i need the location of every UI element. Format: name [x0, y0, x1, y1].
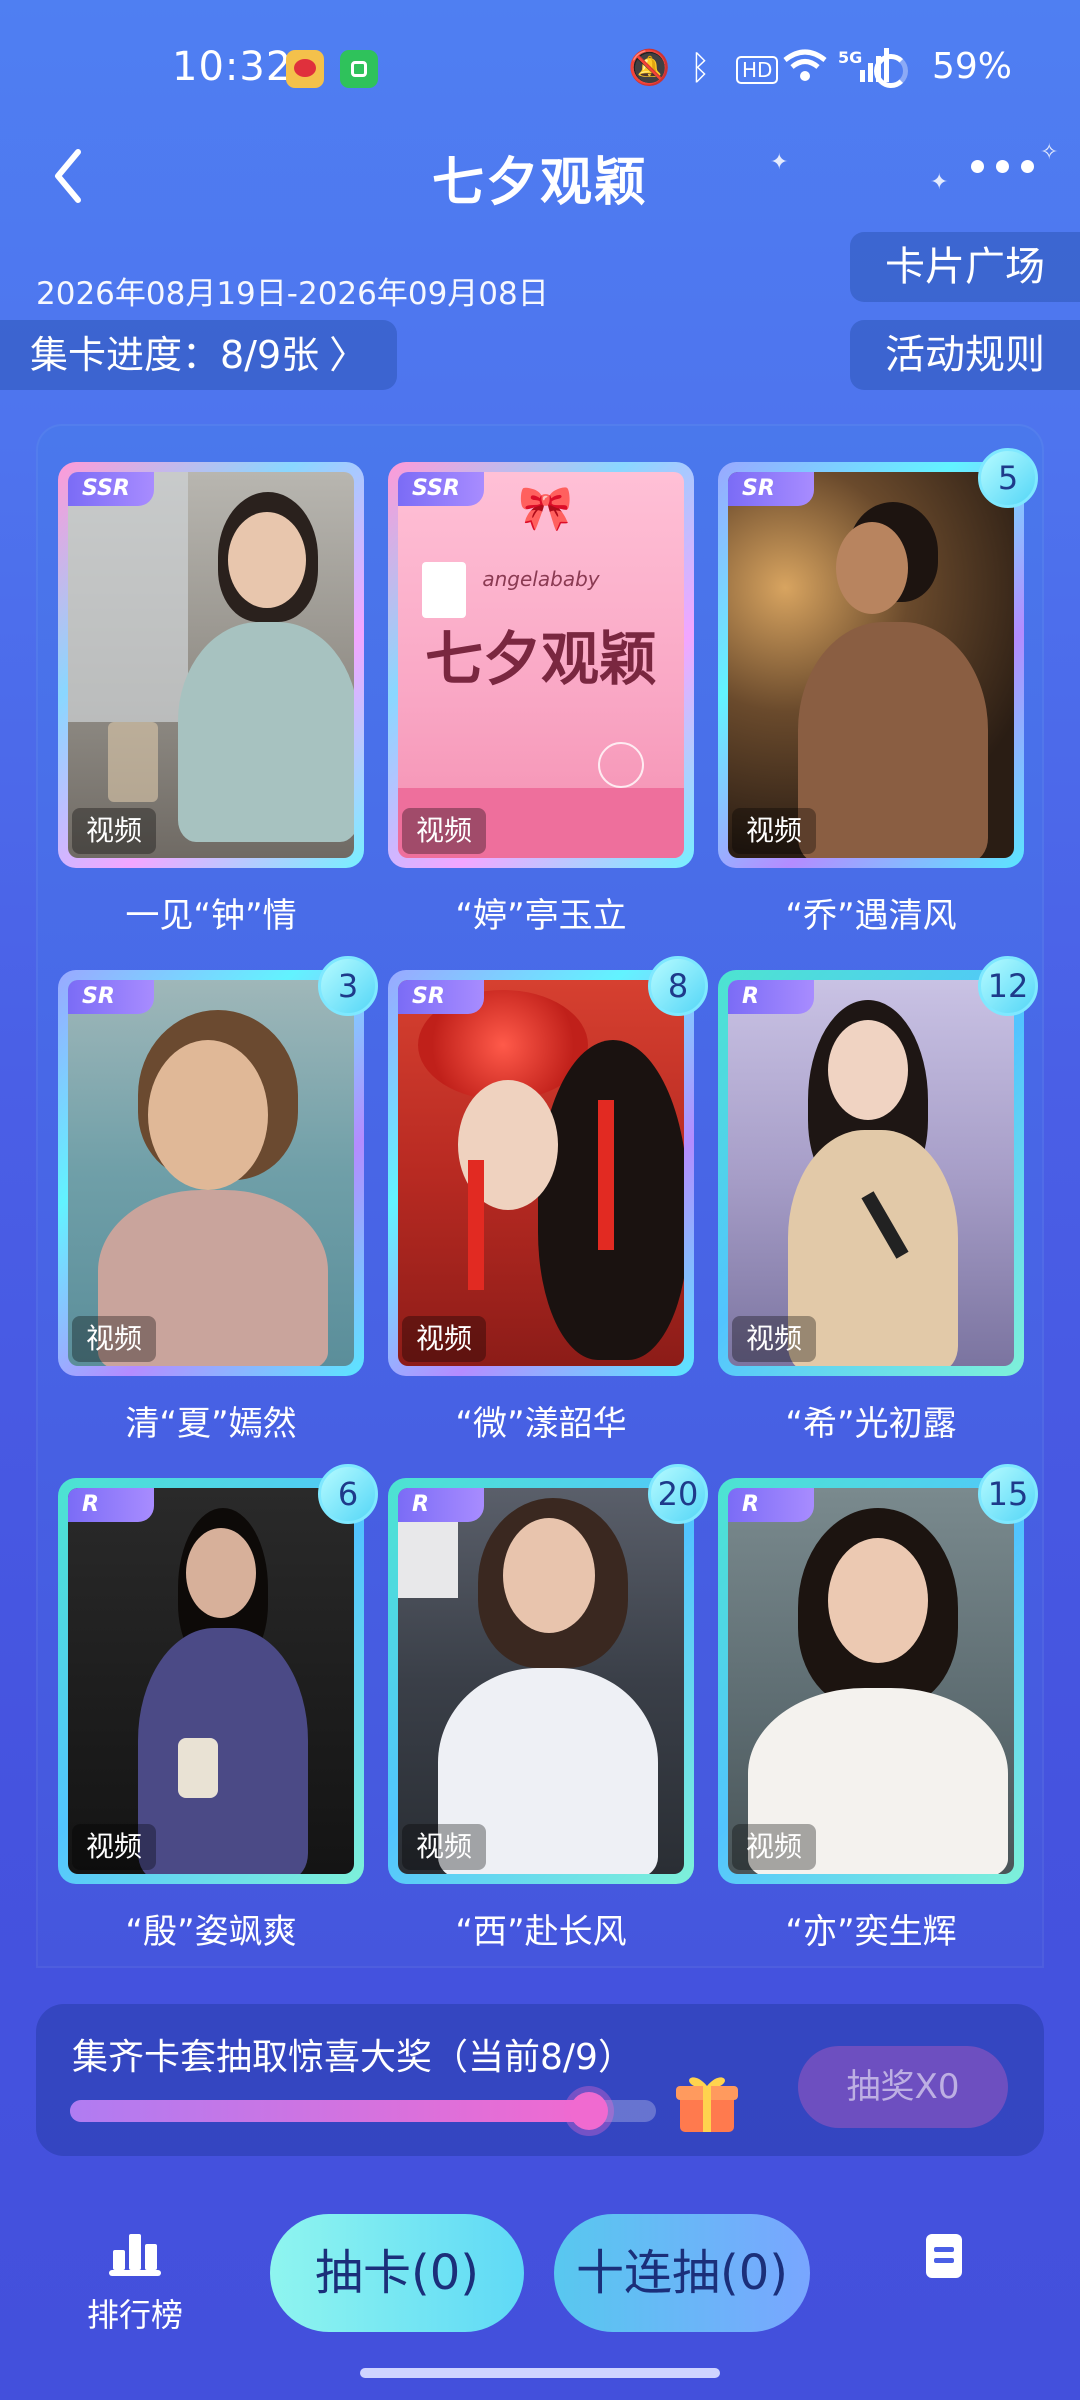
grand-prize-panel: 集齐卡套抽取惊喜大奖（当前8/9） 抽奖X0 [36, 2004, 1044, 2156]
hd-icon: HD [736, 56, 779, 84]
page-title: 七夕观颖 [431, 153, 648, 213]
card-count-badge: 15 [978, 1464, 1038, 1524]
video-tag: 视频 [72, 1824, 157, 1870]
card-image [68, 980, 354, 1366]
card-image [398, 1488, 684, 1874]
collection-progress-button[interactable]: 集卡进度：8/9张〉 [0, 320, 398, 390]
rarity-badge: R [398, 1488, 484, 1522]
leaderboard-icon [109, 2234, 161, 2276]
card-image [68, 1488, 354, 1874]
weibo-notification-icon [286, 50, 324, 88]
poster-subtitle: angelababy [482, 567, 600, 591]
card-image: 🎀 angelababy 七夕观颖 [398, 472, 684, 858]
card-image [728, 980, 1014, 1366]
card-image [728, 472, 1014, 858]
card-caption: “乔”遇清风 [785, 896, 957, 936]
card-count-badge: 5 [978, 448, 1038, 508]
collection-progress-label: 集卡进度：8/9张 [30, 333, 320, 377]
card-image [398, 980, 684, 1366]
rarity-badge: SR [398, 980, 484, 1014]
app-notification-icon [340, 50, 378, 88]
home-indicator[interactable] [360, 2368, 720, 2378]
more-options-button[interactable] [971, 160, 1034, 173]
video-tag: 视频 [402, 1316, 487, 1362]
card-caption: “西”赴长风 [455, 1912, 627, 1952]
ten-draw-button[interactable]: 十连抽(0) [554, 2214, 810, 2332]
card-count-badge: 6 [318, 1464, 378, 1524]
rarity-badge: R [728, 1488, 814, 1522]
progress-knob [569, 2092, 608, 2130]
rarity-badge: SSR [68, 472, 154, 506]
card-caption: “亦”奕生辉 [785, 1912, 957, 1952]
network-type: 5G [838, 48, 863, 67]
rarity-badge: SR [68, 980, 154, 1014]
mute-icon: 🔕 [628, 48, 671, 88]
card-caption: “殷”姿飒爽 [125, 1912, 297, 1952]
card-count-badge: 12 [978, 956, 1038, 1016]
rarity-badge: R [68, 1488, 154, 1522]
status-bar: 10:32 🔕 ᛒ HD 5G 59% [0, 0, 1080, 140]
video-tag: 视频 [732, 1316, 817, 1362]
card-item[interactable]: R 视频 15 [718, 1464, 1038, 1884]
card-count-badge: 3 [318, 956, 378, 1016]
poster-title: 七夕观颖 [424, 625, 657, 693]
record-document-icon[interactable] [926, 2234, 962, 2278]
battery-icon [874, 54, 908, 88]
card-item[interactable]: SR 视频 3 [58, 956, 378, 1376]
prize-progress-bar [70, 2092, 656, 2130]
card-caption: “微”漾韶华 [455, 1404, 627, 1444]
card-caption: 一见“钟”情 [125, 896, 297, 936]
prize-progress-fill [70, 2092, 608, 2130]
card-plaza-button[interactable]: 卡片广场 [850, 232, 1080, 302]
gift-icon [676, 2077, 738, 2132]
rarity-badge: SSR [398, 472, 484, 506]
video-tag: 视频 [72, 1316, 157, 1362]
card-item[interactable]: 🎀 angelababy 七夕观颖 SSR 视频 [388, 462, 694, 868]
card-item[interactable]: SSR 视频 [58, 462, 364, 868]
rarity-badge: SR [728, 472, 814, 506]
chevron-right-icon: 〉 [329, 333, 368, 377]
lottery-button[interactable]: 抽奖X0 [798, 2046, 1008, 2128]
video-tag: 视频 [732, 1824, 817, 1870]
card-count-badge: 20 [648, 1464, 708, 1524]
video-tag: 视频 [732, 808, 817, 854]
activity-rules-button[interactable]: 活动规则 [850, 320, 1080, 390]
card-caption: “希”光初露 [785, 1404, 957, 1444]
card-caption: 清“夏”嫣然 [125, 1404, 297, 1444]
draw-card-button[interactable]: 抽卡(0) [270, 2214, 524, 2332]
card-count-badge: 8 [648, 956, 708, 1016]
bluetooth-icon: ᛒ [690, 48, 711, 88]
battery-percent: 59% [931, 46, 1012, 87]
wifi-icon [782, 48, 828, 93]
card-item[interactable]: R 视频 20 [388, 1464, 708, 1884]
leaderboard-label: 排行榜 [86, 2296, 183, 2334]
card-grid: SSR 视频 一见“钟”情 🎀 angelababy 七夕观颖 SSR 视频 “… [36, 424, 1044, 1968]
card-item[interactable]: SR 视频 5 [718, 448, 1038, 868]
card-item[interactable]: R 视频 6 [58, 1464, 378, 1884]
video-tag: 视频 [402, 808, 487, 854]
card-item[interactable]: SR 视频 8 [388, 956, 708, 1376]
card-image [68, 472, 354, 858]
card-item[interactable]: R 视频 12 [718, 956, 1038, 1376]
card-image [728, 1488, 1014, 1874]
bow-icon: 🎀 [518, 483, 573, 534]
rarity-badge: R [728, 980, 814, 1014]
video-tag: 视频 [72, 808, 157, 854]
grand-prize-title: 集齐卡套抽取惊喜大奖（当前8/9） [72, 2037, 634, 2078]
card-caption: “婷”亭玉立 [455, 896, 627, 936]
event-date-range: 2026年08月19日-2026年09月08日 [36, 276, 549, 312]
leaderboard-button[interactable]: 排行榜 [70, 2226, 200, 2336]
status-time: 10:32 [172, 44, 293, 90]
video-tag: 视频 [402, 1824, 487, 1870]
